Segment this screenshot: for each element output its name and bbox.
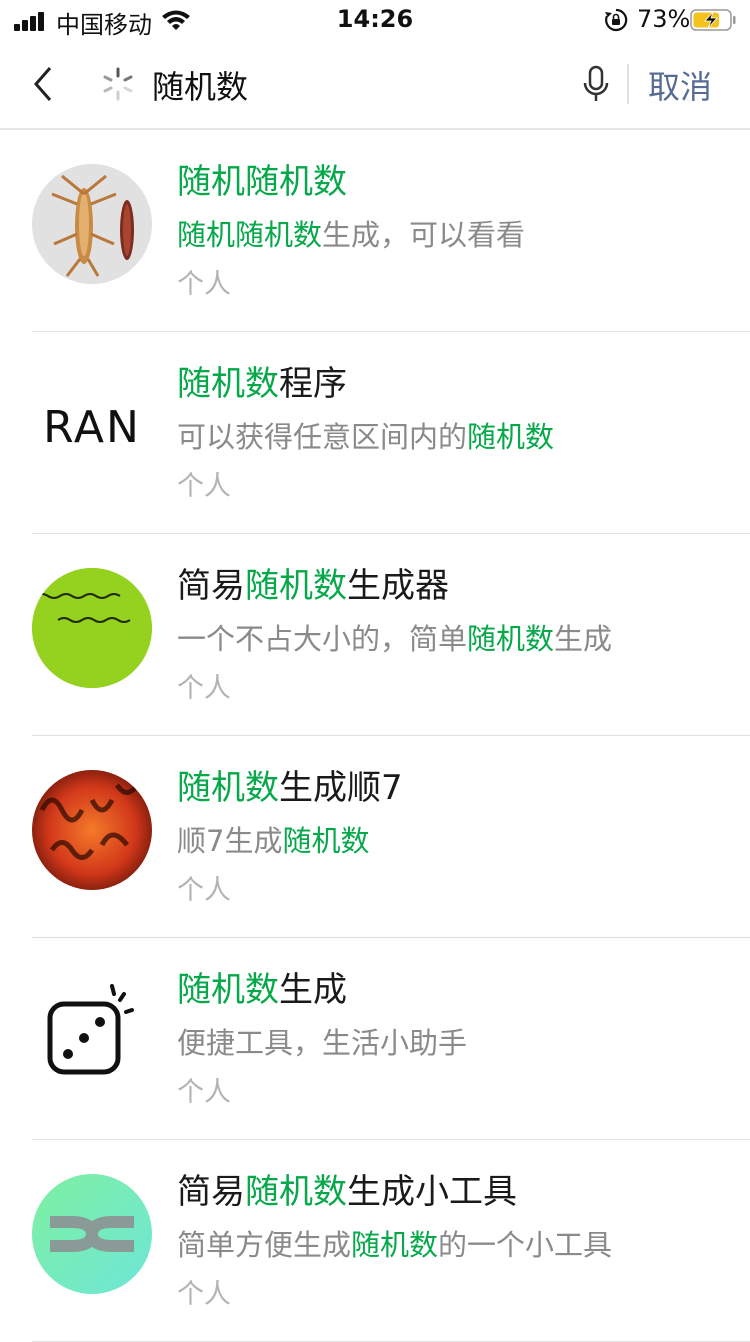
highlighted-keyword: 随机数 <box>177 970 279 1010</box>
text-segment: 简易 <box>177 566 245 606</box>
result-description: 便捷工具，生活小助手 <box>177 1022 467 1064</box>
search-header: 随机数 取消 <box>0 40 750 128</box>
result-type: 个人 <box>177 471 231 502</box>
text-segment: 生成 <box>554 622 613 656</box>
status-bar: 中国移动 14:26 73% <box>0 0 750 40</box>
result-item[interactable]: 简易随机数生成器 一个不占大小的，简单随机数生成 个人 <box>0 534 750 736</box>
text-segment: 简易 <box>177 1172 245 1212</box>
result-title: 随机数程序 <box>177 360 347 408</box>
text-segment: 可以获得任意区间内的 <box>177 420 468 454</box>
avatar-text: RAN <box>43 402 141 453</box>
text-segment: 顺7生成 <box>177 824 283 858</box>
text-segment: 的一个小工具 <box>438 1228 613 1262</box>
result-title: 随机随机数 <box>177 158 347 206</box>
result-title: 简易随机数生成器 <box>177 562 449 610</box>
result-item[interactable]: 简易随机数生成小工具 简单方便生成随机数的一个小工具 个人 <box>0 1140 750 1342</box>
result-item[interactable]: 随机数生成顺7 顺7生成随机数 个人 <box>0 736 750 938</box>
result-description: 顺7生成随机数 <box>177 820 369 862</box>
green-calligraphy-avatar <box>32 568 152 688</box>
highlighted-keyword: 随机数 <box>245 1172 347 1212</box>
ran-text-avatar: RAN <box>32 366 152 486</box>
result-title: 随机数生成 <box>177 966 347 1014</box>
highlighted-keyword: 随机随机数 <box>177 218 323 252</box>
text-segment: 生成顺7 <box>279 768 403 808</box>
text-segment: 一个不占大小的，简单 <box>177 622 468 656</box>
loading-spinner-icon <box>103 67 133 101</box>
highlighted-keyword: 随机数 <box>467 622 555 656</box>
battery-percentage: 73% <box>637 5 691 33</box>
text-segment: 生成 <box>279 970 347 1010</box>
result-type: 个人 <box>177 269 231 300</box>
shrimp-photo-avatar <box>32 164 152 284</box>
result-item[interactable]: 随机随机数 随机随机数生成，可以看看 个人 <box>0 130 750 332</box>
text-segment: 生成小工具 <box>347 1172 517 1212</box>
cancel-button[interactable]: 取消 <box>648 62 712 108</box>
result-description: 简单方便生成随机数的一个小工具 <box>177 1224 612 1266</box>
result-item[interactable]: 随机数生成 便捷工具，生活小助手 个人 <box>0 938 750 1140</box>
shuffle-avatar <box>32 1174 152 1294</box>
result-type: 个人 <box>177 875 231 906</box>
rotation-lock-icon <box>605 8 628 32</box>
highlighted-keyword: 随机数 <box>245 566 347 606</box>
text-segment: 程序 <box>279 364 347 404</box>
highlighted-keyword: 随机数 <box>177 364 279 404</box>
search-results-list: 随机随机数 随机随机数生成，可以看看 个人 RAN 随机数程序 可以获得任意区间… <box>0 130 750 1342</box>
header-divider <box>627 64 629 104</box>
battery-charging-icon <box>690 9 736 31</box>
text-segment: 生成器 <box>347 566 449 606</box>
result-item[interactable]: RAN 随机数程序 可以获得任意区间内的随机数 个人 <box>0 332 750 534</box>
result-title: 简易随机数生成小工具 <box>177 1168 517 1216</box>
orange-numbers-avatar <box>32 770 152 890</box>
text-segment: 生成，可以看看 <box>322 218 526 252</box>
result-description: 一个不占大小的，简单随机数生成 <box>177 618 612 660</box>
result-type: 个人 <box>177 1077 231 1108</box>
highlighted-keyword: 随机数 <box>351 1228 439 1262</box>
result-type: 个人 <box>177 1279 231 1310</box>
back-arrow-icon[interactable] <box>28 64 58 104</box>
result-type: 个人 <box>177 673 231 704</box>
search-input[interactable]: 随机数 <box>152 62 248 108</box>
highlighted-keyword: 随机数 <box>177 768 279 808</box>
result-description: 随机随机数生成，可以看看 <box>177 214 525 256</box>
text-segment: 便捷工具，生活小助手 <box>177 1026 468 1060</box>
highlighted-keyword: 随机数 <box>467 420 555 454</box>
result-title: 随机数生成顺7 <box>177 764 403 812</box>
microphone-icon[interactable] <box>580 64 612 104</box>
dice-avatar <box>32 972 152 1092</box>
text-segment: 简单方便生成 <box>177 1228 352 1262</box>
highlighted-keyword: 随机数 <box>282 824 370 858</box>
result-description: 可以获得任意区间内的随机数 <box>177 416 554 458</box>
highlighted-keyword: 随机随机数 <box>177 162 347 202</box>
